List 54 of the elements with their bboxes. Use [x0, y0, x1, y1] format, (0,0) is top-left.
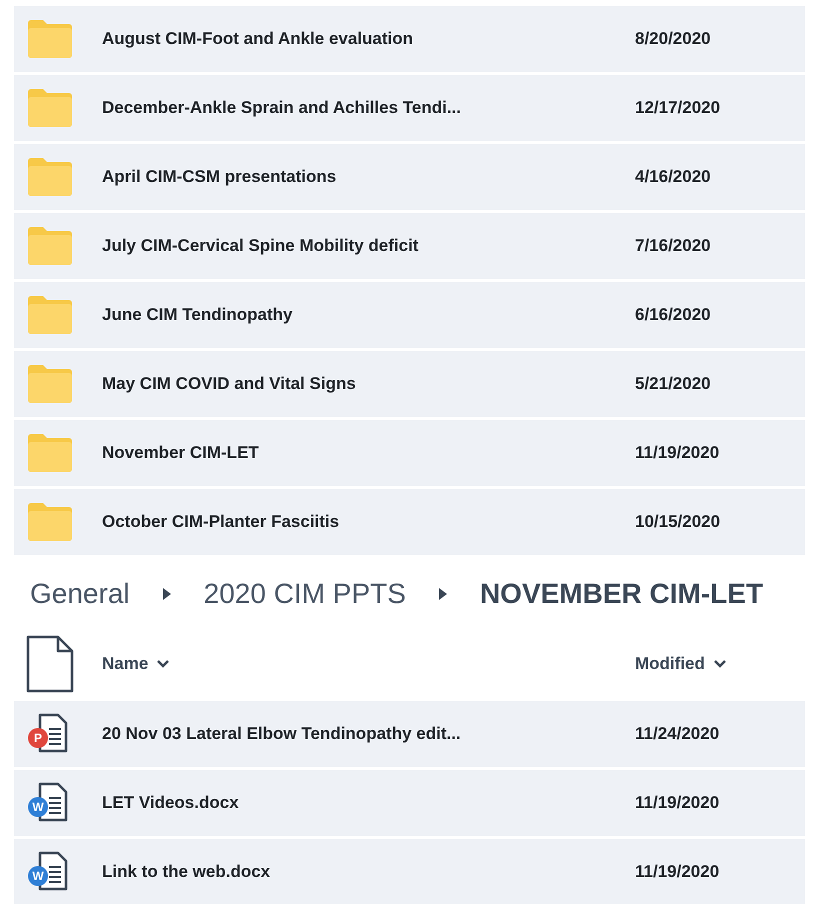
modified-date: 4/16/2020 [635, 166, 712, 188]
caret-right-icon [162, 587, 172, 601]
folder-row[interactable]: August CIM-Foot and Ankle evaluation 8/20/2020 [14, 6, 805, 72]
file-type-badge: W [28, 866, 48, 886]
folder-name: June CIM Tendinopathy [102, 304, 294, 326]
folder-row[interactable]: April CIM-CSM presentations 4/16/2020 [14, 144, 805, 210]
folder-icon [26, 88, 74, 128]
modified-date: 11/19/2020 [635, 442, 720, 464]
modified-date: 7/16/2020 [635, 235, 712, 258]
folder-row[interactable]: December-Ankle Sprain and Achilles Tendi... 12/17/2020 [14, 75, 805, 141]
folder-name: October CIM-Planter Fasciitis [102, 511, 340, 534]
chevron-down-icon [712, 659, 727, 669]
folder-row[interactable]: October CIM-Planter Fasciitis 10/15/2020 [14, 489, 805, 555]
modified-date: 11/19/2020 [635, 861, 720, 884]
modified-date: 12/17/2020 [635, 97, 722, 120]
modified-date: 11/24/2020 [635, 723, 720, 746]
modified-date: 6/16/2020 [635, 304, 712, 326]
file-row[interactable]: P 20 Nov 03 Lateral Elbow Tendinopathy edit... 11/24/2020 [14, 701, 805, 767]
file-name: LET Videos.docx [102, 792, 240, 814]
breadcrumb-link[interactable]: General [30, 573, 130, 615]
folder-icon [26, 157, 74, 197]
folder-icon [26, 433, 74, 473]
folder-name: November CIM-LET [102, 442, 260, 464]
breadcrumb-link[interactable]: 2020 CIM PPTS [204, 573, 406, 615]
file-type-badge: P [28, 728, 48, 748]
folder-row[interactable]: November CIM-LET 11/19/2020 [14, 420, 805, 486]
name-column-header[interactable]: Name [102, 651, 635, 677]
folder-name: April CIM-CSM presentations [102, 166, 338, 188]
file-row[interactable]: W Link to the web.docx 11/19/2020 [14, 839, 805, 904]
folder-name: May CIM COVID and Vital Signs [102, 373, 357, 396]
folder-row[interactable]: May CIM COVID and Vital Signs 5/21/2020 [14, 351, 805, 417]
folder-name: December-Ankle Sprain and Achilles Tendi... [102, 97, 462, 120]
file-name: Link to the web.docx [102, 861, 272, 884]
modified-date: 5/21/2020 [635, 373, 712, 396]
modified-date: 11/19/2020 [635, 792, 720, 814]
file-icon [26, 635, 74, 693]
modified-date: 10/15/2020 [635, 511, 722, 534]
breadcrumb-link[interactable]: NOVEMBER CIM-LET [480, 573, 764, 615]
file-row[interactable]: W LET Videos.docx 11/19/2020 [14, 770, 805, 836]
chevron-down-icon [156, 659, 170, 669]
caret-right-icon [438, 587, 448, 601]
folder-icon [26, 19, 74, 59]
modified-date: 8/20/2020 [635, 28, 712, 50]
file-type-badge: W [28, 797, 48, 817]
folder-icon [26, 295, 74, 335]
folder-icon [26, 502, 74, 542]
modified-column-header[interactable]: Modified [635, 651, 745, 677]
folder-icon [26, 364, 74, 404]
folder-icon [26, 226, 74, 266]
folder-name: July CIM-Cervical Spine Mobility deficit [102, 235, 420, 258]
folder-name: August CIM-Foot and Ankle evaluation [102, 28, 414, 50]
file-name: 20 Nov 03 Lateral Elbow Tendinopathy edit... [102, 723, 462, 746]
folder-row[interactable]: July CIM-Cervical Spine Mobility deficit 7/16/2020 [14, 213, 805, 279]
folder-row[interactable]: June CIM Tendinopathy 6/16/2020 [14, 282, 805, 348]
